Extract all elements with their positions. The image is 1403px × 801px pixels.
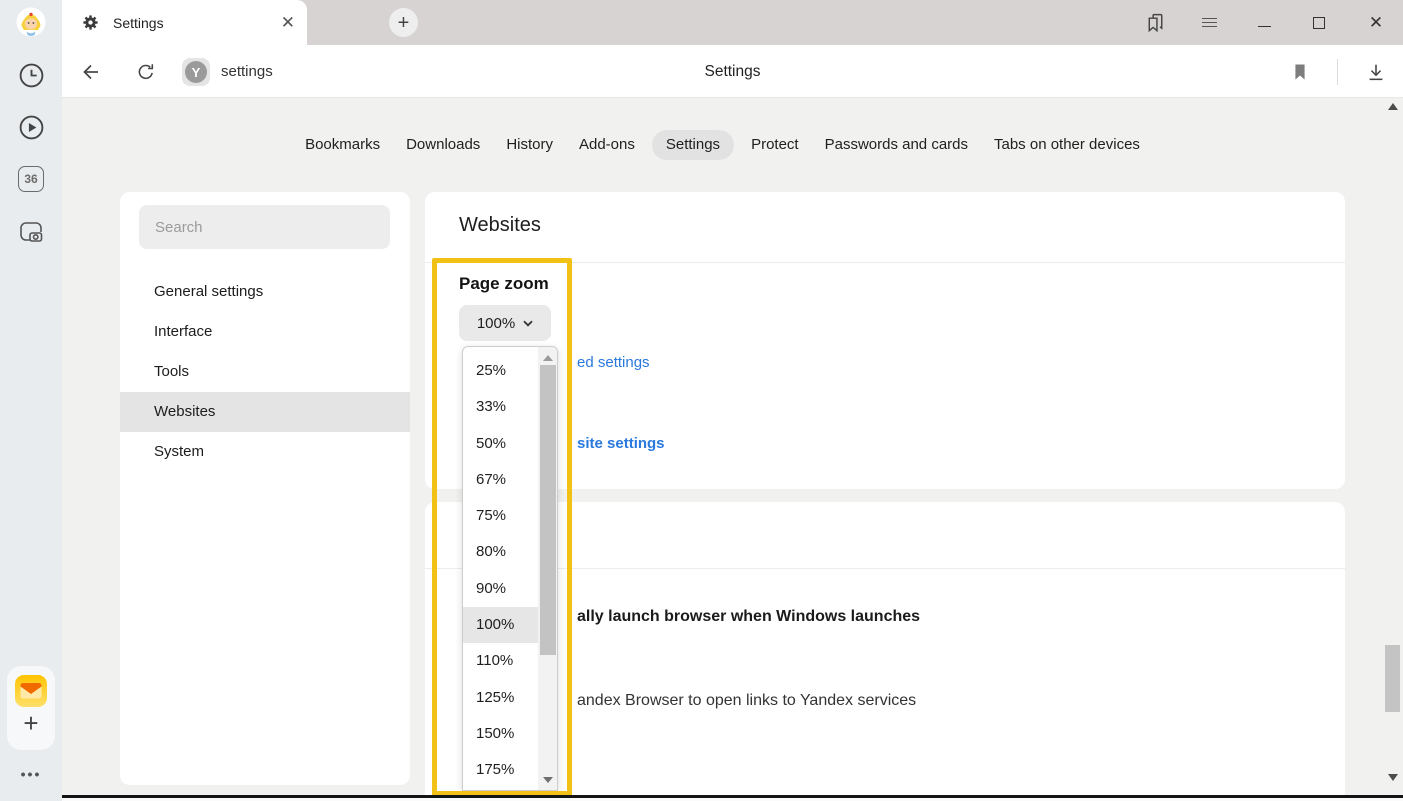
reload-icon[interactable]: [126, 45, 166, 98]
nav-general-settings[interactable]: General settings: [120, 272, 410, 312]
tab-addons[interactable]: Add-ons: [570, 130, 644, 160]
zoom-option-100-selected[interactable]: 100%: [463, 607, 538, 643]
tab-settings-active[interactable]: Settings: [652, 130, 734, 160]
tab-settings[interactable]: Settings ✕: [62, 0, 307, 45]
zoom-option-80[interactable]: 80%: [463, 534, 538, 570]
chevron-down-icon: [523, 320, 533, 327]
yandex-links-setting-text-fragment: andex Browser to open links to Yandex se…: [577, 692, 916, 710]
zoom-option-125[interactable]: 125%: [463, 680, 538, 716]
scroll-up-arrow[interactable]: [1388, 103, 1398, 110]
nav-interface[interactable]: Interface: [120, 312, 410, 352]
page-zoom-label: Page zoom: [459, 274, 549, 294]
new-tab-button[interactable]: +: [389, 8, 418, 37]
zoom-option-175[interactable]: 175%: [463, 752, 538, 788]
advanced-settings-link-fragment[interactable]: ed settings: [577, 354, 650, 371]
menu-icon[interactable]: [1189, 0, 1229, 45]
divider: [425, 262, 1345, 263]
dropdown-options: 25% 33% 50% 67% 75% 80% 90% 100% 110% 12…: [463, 353, 538, 789]
yandex-mail-icon[interactable]: [0, 674, 62, 708]
zoom-option-67[interactable]: 67%: [463, 462, 538, 498]
tab-protect[interactable]: Protect: [742, 130, 808, 160]
add-shortcut-button[interactable]: +: [0, 710, 62, 736]
zoom-option-110[interactable]: 110%: [463, 643, 538, 679]
screenshot-icon[interactable]: [0, 218, 62, 246]
window-scrollbar-thumb[interactable]: [1385, 645, 1400, 712]
page-zoom-select[interactable]: 100%: [459, 305, 551, 341]
zoom-option-25[interactable]: 25%: [463, 353, 538, 389]
tab-title: Settings: [113, 15, 164, 31]
nav-system[interactable]: System: [120, 432, 410, 472]
tab-downloads[interactable]: Downloads: [397, 130, 489, 160]
dropdown-scroll-up-icon[interactable]: [543, 355, 553, 361]
downloads-icon[interactable]: [1356, 45, 1396, 98]
video-icon[interactable]: [0, 114, 62, 141]
zoom-option-33[interactable]: 33%: [463, 389, 538, 425]
tab-history[interactable]: History: [497, 130, 562, 160]
dropdown-scrollbar-thumb[interactable]: [540, 365, 556, 655]
system-card: [425, 502, 1345, 795]
browser-window: Settings ✕ + ✕ Settings Y settings: [0, 0, 1403, 801]
close-window-button[interactable]: ✕: [1356, 0, 1396, 45]
tab-other-devices[interactable]: Tabs on other devices: [985, 130, 1149, 160]
tab-passwords[interactable]: Passwords and cards: [816, 130, 977, 160]
plus-icon: +: [23, 710, 38, 736]
nav-websites[interactable]: Websites: [120, 392, 410, 432]
page-zoom-value: 100%: [477, 315, 515, 332]
toolbar-separator: [1337, 59, 1338, 85]
profile-avatar[interactable]: [0, 7, 62, 37]
more-options-icon[interactable]: •••: [0, 766, 62, 782]
site-settings-link-fragment[interactable]: site settings: [577, 435, 665, 452]
divider: [425, 568, 1345, 569]
settings-page-tabs: Bookmarks Downloads History Add-ons Sett…: [62, 130, 1383, 160]
side-panel-icon[interactable]: [1135, 0, 1175, 45]
back-icon[interactable]: [71, 45, 111, 98]
browser-side-rail: 36 +: [0, 0, 62, 801]
site-favicon: Y: [182, 58, 210, 86]
settings-search-input[interactable]: [139, 205, 390, 249]
scroll-down-arrow[interactable]: [1388, 774, 1398, 781]
tab-bookmarks[interactable]: Bookmarks: [296, 130, 389, 160]
websites-card: [425, 192, 1345, 489]
page-zoom-dropdown: 25% 33% 50% 67% 75% 80% 90% 100% 110% 12…: [462, 346, 558, 791]
maximize-button[interactable]: [1299, 0, 1339, 45]
zoom-option-75[interactable]: 75%: [463, 498, 538, 534]
zoom-option-90[interactable]: 90%: [463, 571, 538, 607]
websites-heading: Websites: [459, 214, 541, 237]
bookmark-icon[interactable]: [1280, 45, 1320, 98]
zoom-option-150[interactable]: 150%: [463, 716, 538, 752]
gear-icon: [82, 14, 99, 31]
weather-badge[interactable]: 36: [0, 166, 62, 192]
yandex-favicon-letter: Y: [185, 61, 207, 83]
dropdown-scroll-down-icon[interactable]: [543, 777, 553, 783]
nav-tools[interactable]: Tools: [120, 352, 410, 392]
minimize-button[interactable]: [1244, 0, 1284, 45]
history-icon[interactable]: [0, 62, 62, 89]
address-text[interactable]: settings: [221, 45, 273, 98]
tab-close-icon[interactable]: ✕: [281, 0, 295, 45]
zoom-option-50[interactable]: 50%: [463, 426, 538, 462]
pinned-apps-panel: +: [7, 666, 55, 750]
launch-setting-text-fragment: ally launch browser when Windows launche…: [577, 608, 920, 626]
